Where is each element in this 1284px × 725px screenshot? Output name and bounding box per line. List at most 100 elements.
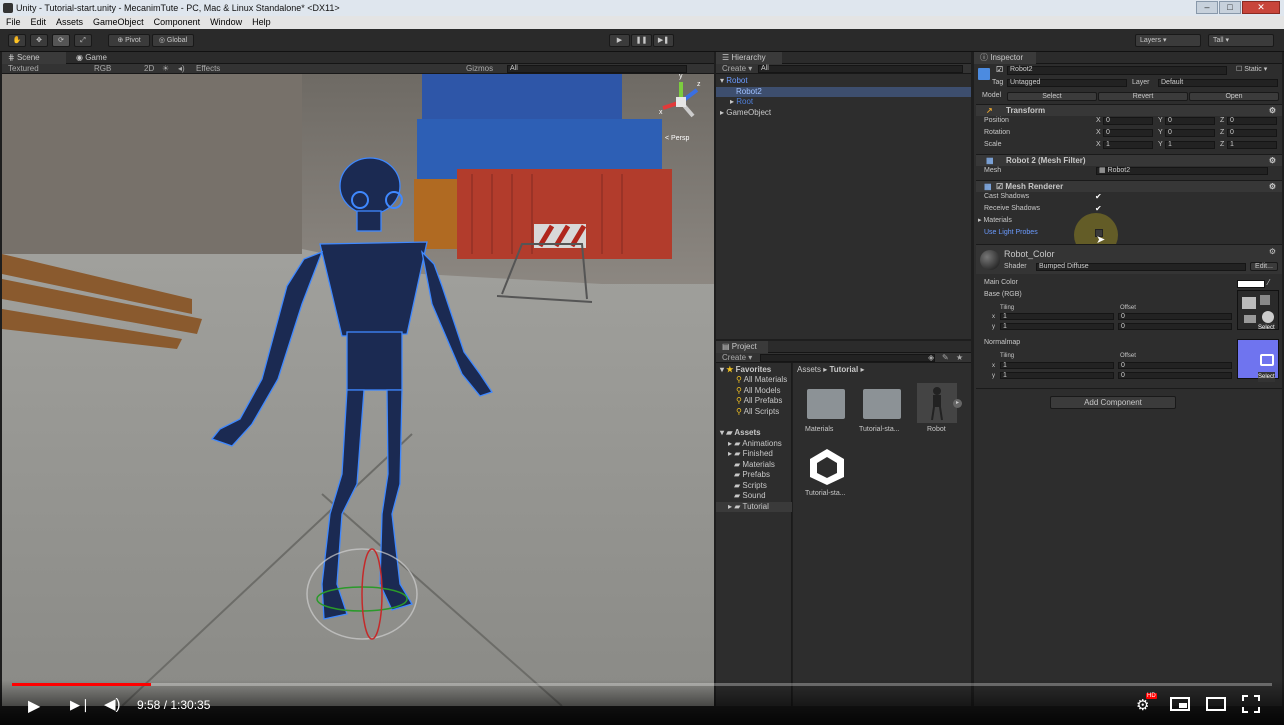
close-button[interactable]: ✕: [1242, 1, 1280, 14]
tab-project[interactable]: ▤ Project: [716, 341, 768, 353]
shading-mode-dropdown[interactable]: Textured: [8, 64, 39, 74]
hierarchy-create-dropdown[interactable]: Create ▾: [722, 64, 752, 74]
play-button[interactable]: ▶: [609, 34, 630, 47]
static-checkbox[interactable]: ☐ Static ▾: [1236, 65, 1267, 75]
folder-materials[interactable]: ▰ Materials: [734, 460, 775, 470]
receive-shadows-checkbox[interactable]: ✔: [1095, 205, 1103, 213]
lighting-toggle-icon[interactable]: ☀: [162, 64, 169, 74]
rotation-y-field[interactable]: 0: [1165, 129, 1215, 137]
menu-file[interactable]: File: [6, 16, 21, 29]
video-progress-track[interactable]: [12, 683, 1272, 686]
fav-all-scripts[interactable]: ⚲ All Scripts: [736, 407, 779, 417]
scene-viewport[interactable]: x y z < Persp: [2, 74, 714, 706]
scale-tool-icon[interactable]: ⤢: [74, 34, 92, 47]
persp-label[interactable]: < Persp: [665, 134, 689, 144]
gizmos-dropdown[interactable]: Gizmos: [466, 64, 493, 74]
step-button[interactable]: ▶❚: [653, 34, 674, 47]
material-header[interactable]: Robot_Color Shader Bumped Diffuse Edit..…: [976, 244, 1282, 274]
expand-prefab-icon[interactable]: ▸: [953, 399, 962, 408]
mesh-field[interactable]: ▦ Robot2: [1096, 167, 1268, 175]
normalmap-texture-select[interactable]: Select: [1258, 372, 1275, 382]
render-mode-dropdown[interactable]: RGB: [94, 64, 111, 74]
model-select-button[interactable]: Select: [1007, 92, 1097, 101]
scene-search-input[interactable]: All: [507, 65, 687, 73]
scale-y-field[interactable]: 1: [1165, 141, 1215, 149]
component-settings-icon[interactable]: ⚙: [1269, 181, 1276, 192]
rotation-x-field[interactable]: 0: [1103, 129, 1153, 137]
position-x-field[interactable]: 0: [1103, 117, 1153, 125]
materials-folder-icon[interactable]: [807, 389, 845, 419]
mesh-renderer-header[interactable]: ▦ ☑ Mesh Renderer ⚙: [976, 180, 1282, 192]
tab-scene[interactable]: ⋕ Scene: [2, 52, 66, 64]
rotate-tool-icon[interactable]: ⟳: [52, 34, 70, 47]
base-texture-slot[interactable]: Select: [1237, 290, 1279, 330]
fav-all-prefabs[interactable]: ⚲ All Prefabs: [736, 396, 782, 406]
menu-edit[interactable]: Edit: [31, 16, 47, 29]
position-y-field[interactable]: 0: [1165, 117, 1215, 125]
project-create-dropdown[interactable]: Create ▾: [722, 353, 752, 363]
favorites-header[interactable]: ▾ ★ Favorites: [720, 365, 771, 375]
hand-tool-icon[interactable]: ✋: [8, 34, 26, 47]
layers-dropdown[interactable]: Layers ▾: [1135, 34, 1201, 47]
folder-finished[interactable]: ▸ ▰ Finished: [728, 449, 773, 459]
layer-dropdown[interactable]: Default: [1158, 79, 1278, 87]
model-revert-button[interactable]: Revert: [1098, 92, 1188, 101]
normal-tiling-x-field[interactable]: 1: [1000, 362, 1114, 369]
active-checkbox[interactable]: ☑: [996, 66, 1004, 74]
shader-edit-button[interactable]: Edit...: [1250, 262, 1278, 271]
theater-mode-icon[interactable]: [1206, 697, 1226, 711]
tab-hierarchy[interactable]: ☰ Hierarchy: [716, 52, 782, 64]
scale-z-field[interactable]: 1: [1227, 141, 1277, 149]
normalmap-texture-slot[interactable]: Select: [1237, 339, 1279, 382]
base-texture-select[interactable]: Select: [1258, 323, 1275, 329]
tutorial-folder-icon[interactable]: [863, 389, 901, 419]
shader-dropdown[interactable]: Bumped Diffuse: [1036, 263, 1246, 271]
filter-label-icon[interactable]: ✎: [942, 353, 949, 363]
materials-foldout[interactable]: ▸ Materials: [978, 216, 1012, 226]
tag-dropdown[interactable]: Untagged: [1007, 79, 1127, 87]
mesh-renderer-checkbox[interactable]: ☑: [996, 182, 1005, 191]
audio-toggle-icon[interactable]: ◂): [178, 64, 185, 74]
material-settings-icon[interactable]: ⚙: [1269, 247, 1276, 256]
pause-button[interactable]: ❚❚: [631, 34, 652, 47]
rotation-z-field[interactable]: 0: [1227, 129, 1277, 137]
miniplayer-icon[interactable]: [1170, 697, 1190, 711]
fullscreen-icon[interactable]: [1242, 695, 1260, 713]
component-settings-icon[interactable]: ⚙: [1269, 105, 1276, 116]
tab-game[interactable]: ◉ Game: [70, 52, 113, 64]
normal-offset-x-field[interactable]: 0: [1118, 362, 1232, 369]
orientation-gizmo[interactable]: x y z < Persp: [657, 74, 705, 142]
model-open-button[interactable]: Open: [1189, 92, 1279, 101]
folder-scripts[interactable]: ▰ Scripts: [734, 481, 767, 491]
folder-tutorial[interactable]: ▸ ▰ Tutorial: [728, 502, 769, 512]
filter-type-icon[interactable]: ◈: [928, 353, 934, 363]
eyedropper-icon[interactable]: ⁄: [1268, 278, 1269, 288]
cast-shadows-checkbox[interactable]: ✔: [1095, 193, 1103, 201]
menu-component[interactable]: Component: [154, 16, 201, 29]
main-color-swatch[interactable]: [1237, 280, 1265, 288]
unity-scene-icon[interactable]: [807, 447, 847, 487]
mesh-filter-header[interactable]: ▦ Robot 2 (Mesh Filter) ⚙: [976, 154, 1282, 166]
folder-sound[interactable]: ▰ Sound: [734, 491, 766, 501]
position-z-field[interactable]: 0: [1227, 117, 1277, 125]
breadcrumb-tutorial[interactable]: Tutorial: [829, 365, 858, 374]
base-tiling-x-field[interactable]: 1: [1000, 313, 1114, 320]
project-search-input[interactable]: [760, 354, 935, 362]
minimize-button[interactable]: –: [1196, 1, 1218, 14]
layout-dropdown[interactable]: Tall ▾: [1208, 34, 1274, 47]
add-component-button[interactable]: Add Component: [1050, 396, 1176, 409]
2d-toggle[interactable]: 2D: [144, 64, 154, 74]
hierarchy-item-root[interactable]: ▸ Root: [730, 97, 753, 107]
menu-window[interactable]: Window: [210, 16, 242, 29]
volume-icon[interactable]: ◀): [104, 695, 121, 713]
effects-dropdown[interactable]: Effects: [196, 64, 220, 74]
assets-header[interactable]: ▾ ▰ Assets: [720, 428, 761, 438]
scale-x-field[interactable]: 1: [1103, 141, 1153, 149]
folder-animations[interactable]: ▸ ▰ Animations: [728, 439, 782, 449]
component-settings-icon[interactable]: ⚙: [1269, 155, 1276, 166]
move-tool-icon[interactable]: ✥: [30, 34, 48, 47]
hierarchy-item-robot2[interactable]: Robot2: [736, 87, 762, 97]
menu-gameobject[interactable]: GameObject: [93, 16, 144, 29]
menu-assets[interactable]: Assets: [56, 16, 83, 29]
folder-prefabs[interactable]: ▰ Prefabs: [734, 470, 770, 480]
